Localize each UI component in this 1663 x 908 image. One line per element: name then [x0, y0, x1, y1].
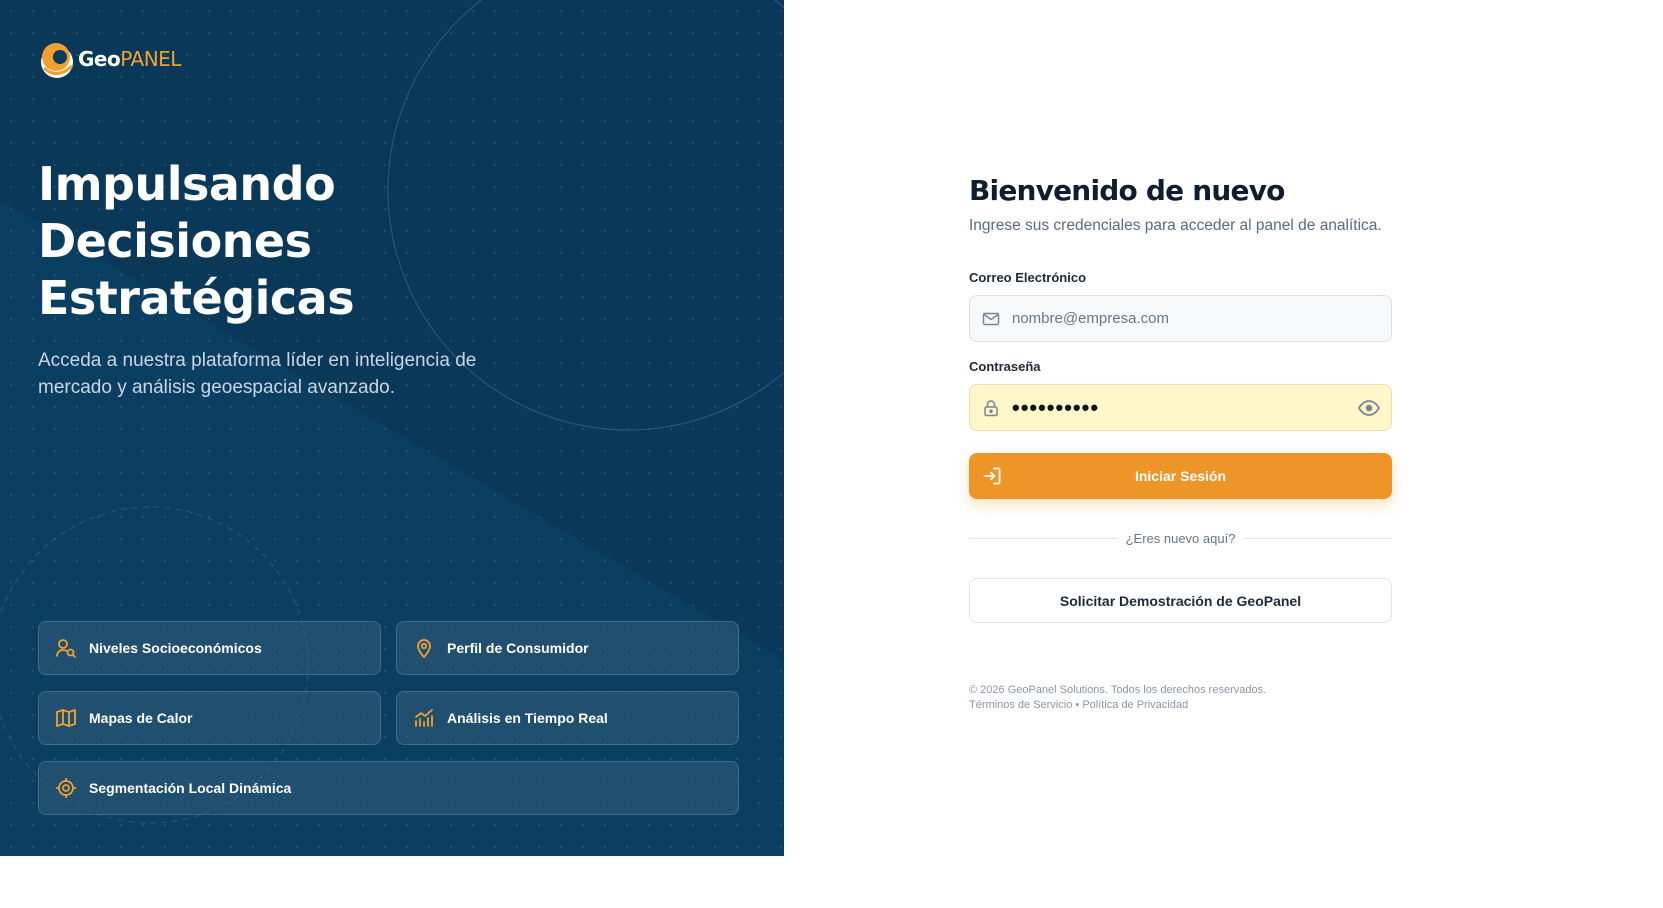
hero-title: Impulsando Decisiones Estratégicas — [38, 156, 638, 327]
feature-label: Niveles Socioeconómicos — [89, 640, 262, 656]
login-arrow-icon — [981, 465, 1003, 487]
feature-label: Segmentación Local Dinámica — [89, 780, 292, 796]
hero-title-line: Impulsando — [38, 157, 336, 211]
login-submit-button[interactable]: Iniciar Sesión — [969, 453, 1392, 499]
logo-geo-text: Geo — [78, 47, 121, 71]
hero-title-line: Decisiones — [38, 214, 312, 268]
copyright-text: © 2026 GeoPanel Solutions. Todos los der… — [969, 684, 1267, 696]
divider-text: ¿Eres nuevo aquí? — [1125, 530, 1236, 546]
new-user-divider: ¿Eres nuevo aquí? — [969, 529, 1393, 547]
geopanel-logo-icon — [41, 43, 74, 78]
feature-chip-socioeconomic: Niveles Socioeconómicos — [38, 621, 381, 675]
hero-panel: GeoPANEL Impulsando Decisiones Estratégi… — [0, 0, 784, 856]
target-icon — [55, 777, 77, 799]
logo-panel-text: PANEL — [120, 47, 181, 71]
login-submit-label: Iniciar Sesión — [1134, 468, 1227, 484]
email-input[interactable] — [1012, 310, 1332, 327]
toggle-password-visibility-icon[interactable] — [1357, 397, 1381, 419]
footer-links: Términos de Servicio • Política de Priva… — [969, 699, 1188, 711]
mail-icon — [982, 310, 1000, 328]
terms-link[interactable]: Términos de Servicio — [969, 699, 1072, 711]
chart-trend-icon — [413, 707, 435, 729]
password-label: Contraseña — [969, 359, 1041, 374]
user-search-icon — [55, 637, 77, 659]
privacy-link[interactable]: Política de Privacidad — [1082, 699, 1188, 711]
request-demo-button[interactable]: Solicitar Demostración de GeoPanel — [969, 578, 1392, 623]
feature-chip-local-segmentation: Segmentación Local Dinámica — [38, 761, 739, 815]
hero-title-line: Estratégicas — [38, 271, 355, 325]
feature-chip-heat-maps: Mapas de Calor — [38, 691, 381, 745]
email-field-wrapper — [969, 295, 1392, 342]
login-title: Bienvenido de nuevo — [969, 174, 1285, 207]
hero-subtitle: Acceda a nuestra plataforma líder en int… — [38, 347, 518, 401]
password-field-wrapper — [969, 384, 1392, 431]
login-subtitle: Ingrese sus credenciales para acceder al… — [969, 217, 1382, 234]
lock-icon — [982, 399, 1000, 417]
divider-line — [969, 537, 1118, 539]
hero-subtitle-line: Acceda a nuestra plataforma líder en int… — [38, 350, 477, 371]
map-icon — [55, 707, 77, 729]
logo-wordmark: GeoPANEL — [78, 49, 181, 69]
feature-label: Perfil de Consumidor — [447, 640, 589, 656]
divider-line — [1243, 537, 1393, 539]
password-input[interactable] — [1012, 394, 1332, 421]
feature-label: Mapas de Calor — [89, 710, 193, 726]
map-pin-icon — [413, 637, 435, 659]
feature-chip-realtime-analysis: Análisis en Tiempo Real — [396, 691, 739, 745]
footer-separator: • — [1075, 699, 1080, 711]
email-label: Correo Electrónico — [969, 270, 1087, 285]
feature-chip-consumer-profile: Perfil de Consumidor — [396, 621, 739, 675]
geopanel-logo[interactable]: GeoPANEL — [38, 40, 181, 78]
feature-label: Análisis en Tiempo Real — [447, 710, 608, 726]
hero-subtitle-line: mercado y análisis geoespacial avanzado. — [38, 377, 395, 398]
